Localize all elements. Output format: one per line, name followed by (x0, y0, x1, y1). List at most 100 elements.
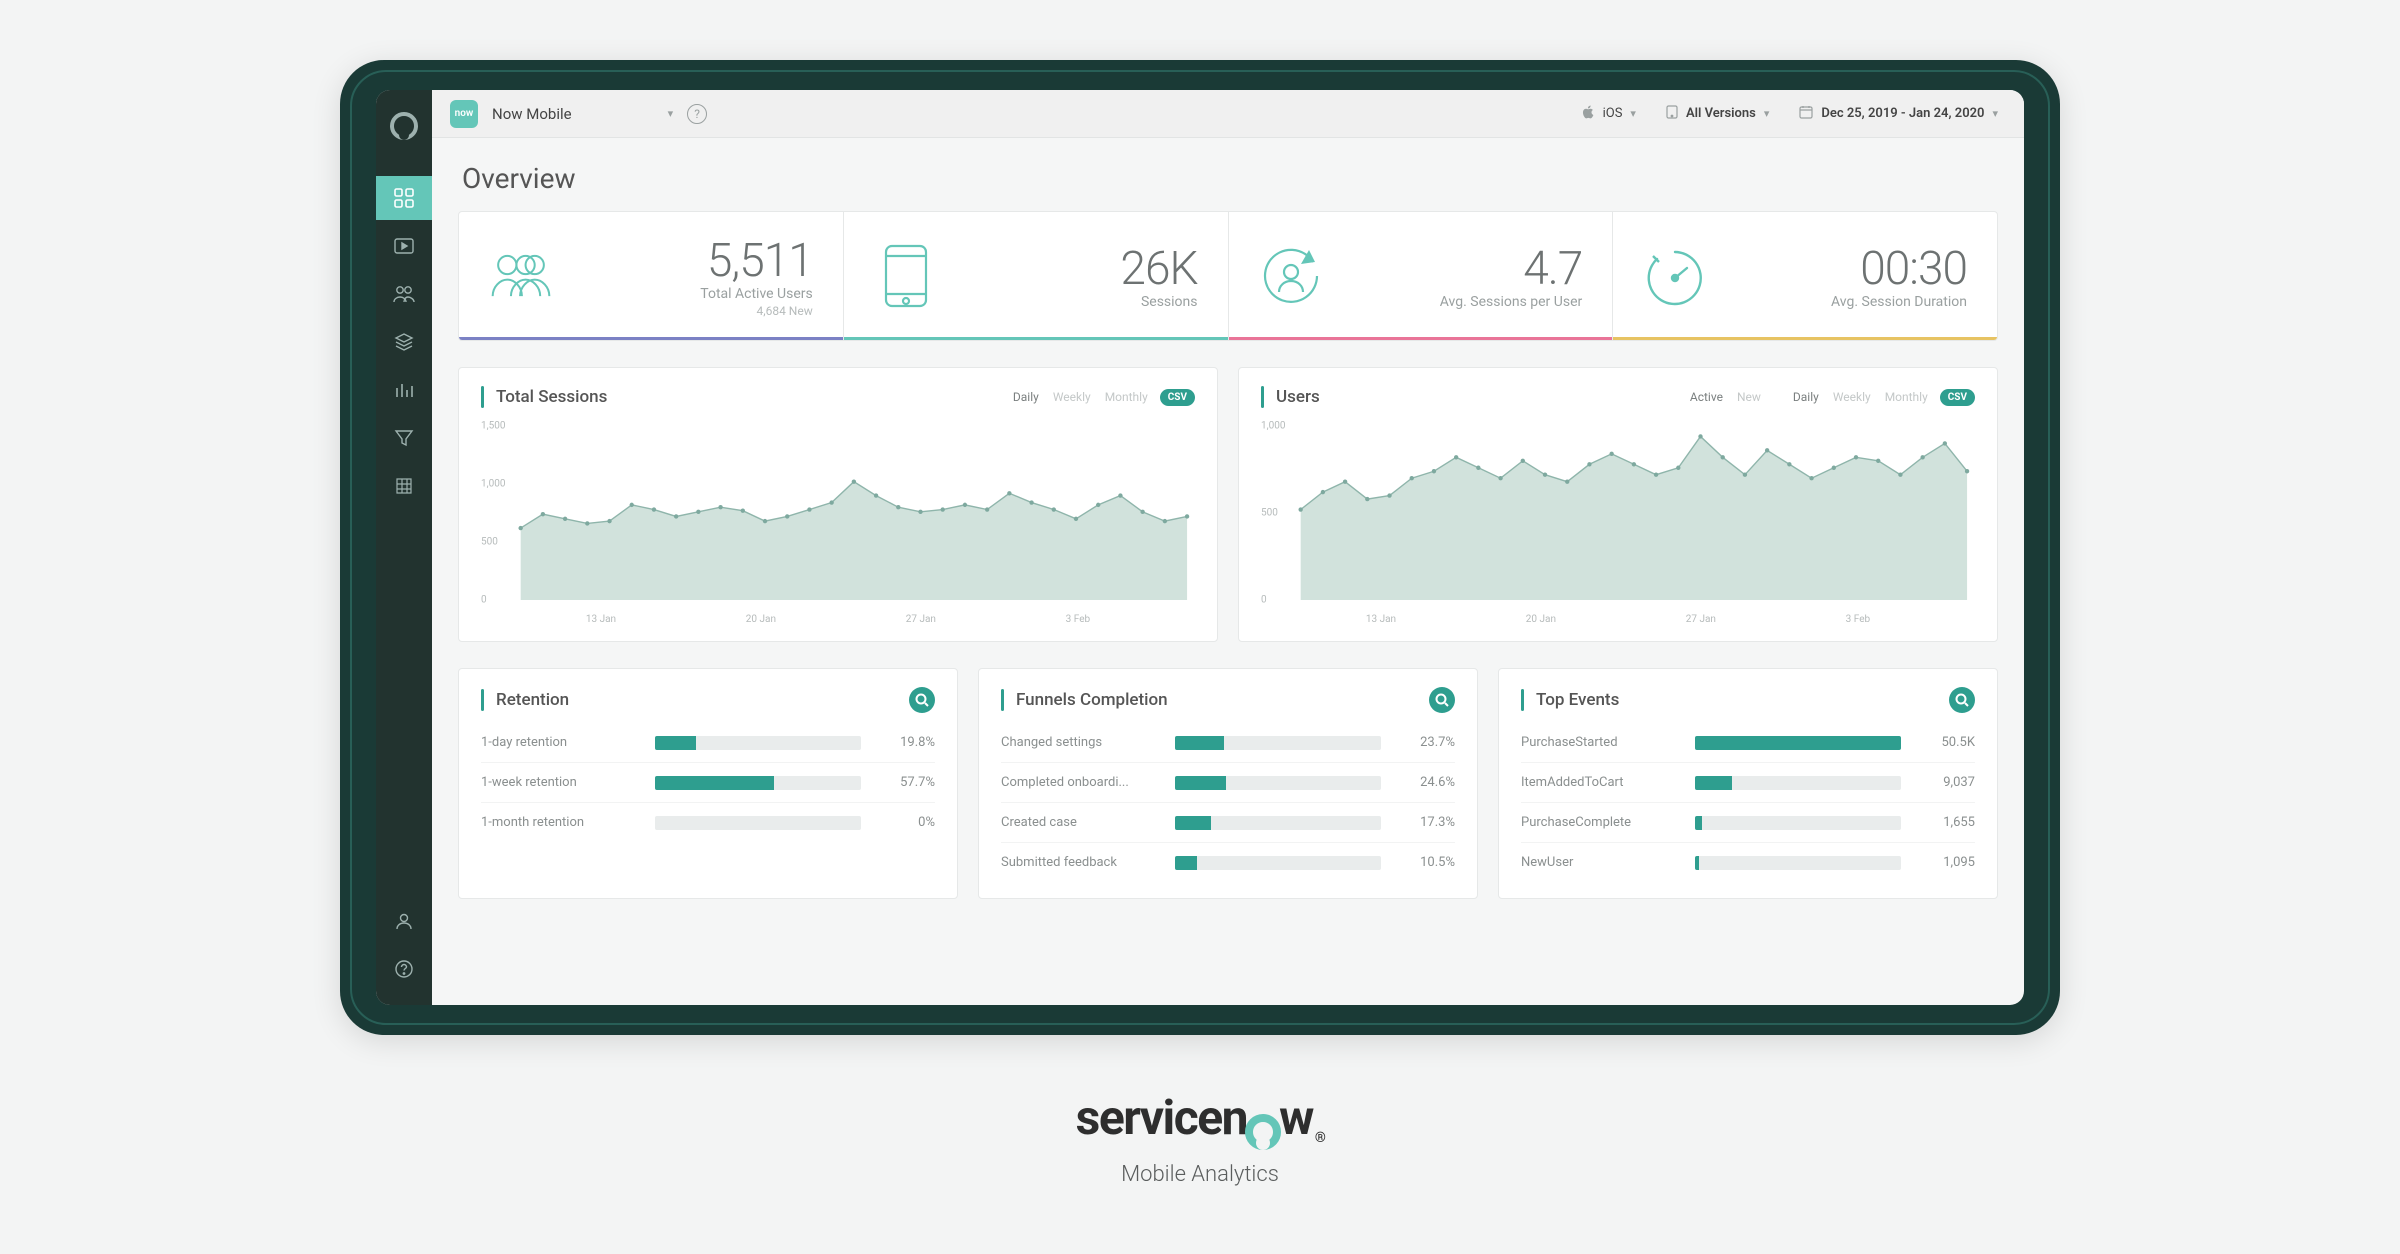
metric-row[interactable]: Changed settings 23.7% (1001, 723, 1455, 762)
chevron-down-icon: ▾ (668, 107, 674, 120)
card-title: Top Events (1536, 690, 1619, 710)
range-monthly[interactable]: Monthly (1885, 390, 1928, 404)
range-daily[interactable]: Daily (1793, 390, 1819, 404)
users-icon (489, 244, 553, 308)
metric-row[interactable]: ItemAddedToCart 9,037 (1521, 762, 1975, 802)
metric-value: 9,037 (1915, 775, 1975, 790)
metric-bar (655, 816, 861, 830)
users-chart: 05001,000 (1261, 418, 1975, 608)
nav-users-icon[interactable] (376, 272, 432, 316)
nav-help-icon[interactable] (376, 947, 432, 991)
metric-row[interactable]: 1-month retention 0% (481, 802, 935, 842)
metric-bar (1695, 736, 1901, 750)
help-icon[interactable]: ? (687, 104, 707, 124)
type-active[interactable]: Active (1690, 390, 1723, 404)
chevron-down-icon: ▾ (1764, 107, 1770, 120)
search-icon[interactable] (1429, 687, 1455, 713)
kpi-sessions[interactable]: 26K Sessions (844, 212, 1229, 340)
kpi-label: Sessions (960, 294, 1198, 310)
nav-grid-icon[interactable] (376, 464, 432, 508)
sessions-card: Total Sessions Daily Weekly Monthly CSV … (458, 367, 1218, 642)
metric-row[interactable]: 1-week retention 57.7% (481, 762, 935, 802)
apple-icon (1581, 105, 1595, 123)
metric-name: 1-day retention (481, 735, 641, 750)
users-type-tabs[interactable]: Active New (1690, 390, 1761, 404)
metric-bar (1175, 736, 1381, 750)
metric-name: PurchaseStarted (1521, 735, 1681, 750)
export-csv-button[interactable]: CSV (1940, 389, 1975, 406)
chevron-down-icon: ▾ (1630, 107, 1636, 120)
funnels-card: Funnels Completion Changed settings 23.7… (978, 668, 1478, 899)
events-card: Top Events PurchaseStarted 50.5K ItemAdd… (1498, 668, 1998, 899)
metric-name: 1-month retention (481, 815, 641, 830)
export-csv-button[interactable]: CSV (1160, 389, 1195, 406)
calendar-icon (1799, 105, 1813, 123)
metric-row[interactable]: PurchaseStarted 50.5K (1521, 723, 1975, 762)
retention-card: Retention 1-day retention 19.8% 1-week r… (458, 668, 958, 899)
range-weekly[interactable]: Weekly (1053, 390, 1091, 404)
metric-name: NewUser (1521, 855, 1681, 870)
app-screen: now Now Mobile ▾ ? iOS ▾ (376, 90, 2024, 1005)
phone-icon (874, 244, 938, 308)
date-range-selector[interactable]: Dec 25, 2019 - Jan 24, 2020 ▾ (1791, 101, 2006, 127)
range-weekly[interactable]: Weekly (1833, 390, 1871, 404)
platform-selector[interactable]: iOS ▾ (1573, 101, 1644, 127)
brand-logo: servicenw® (1076, 1089, 1325, 1146)
version-label: All Versions (1686, 106, 1756, 121)
nav-play-icon[interactable] (376, 224, 432, 268)
phone-icon (1666, 105, 1678, 123)
metric-name: 1-week retention (481, 775, 641, 790)
card-title: Users (1276, 387, 1320, 407)
kpi-value: 5,511 (575, 234, 813, 288)
metric-name: PurchaseComplete (1521, 815, 1681, 830)
type-new[interactable]: New (1737, 390, 1761, 404)
card-title: Retention (496, 690, 569, 710)
nav-layers-icon[interactable] (376, 320, 432, 364)
nav-funnel-icon[interactable] (376, 416, 432, 460)
logo-icon[interactable] (376, 104, 432, 148)
metric-value: 17.3% (1395, 815, 1455, 830)
metric-bar (1175, 856, 1381, 870)
topbar: now Now Mobile ▾ ? iOS ▾ (432, 90, 2024, 138)
users-card: Users Active New Daily Weekly Monthly (1238, 367, 1998, 642)
refresh-user-icon (1259, 244, 1323, 308)
nav-overview[interactable] (376, 176, 432, 220)
card-title: Funnels Completion (1016, 690, 1168, 710)
kpi-value: 4.7 (1345, 242, 1583, 296)
metric-value: 10.5% (1395, 855, 1455, 870)
users-range-tabs[interactable]: Daily Weekly Monthly (1793, 390, 1928, 404)
kpi-avg-sessions[interactable]: 4.7 Avg. Sessions per User (1229, 212, 1614, 340)
metric-bar (655, 736, 861, 750)
footer: servicenw® Mobile Analytics (1076, 1089, 1325, 1187)
metric-row[interactable]: 1-day retention 19.8% (481, 723, 935, 762)
range-monthly[interactable]: Monthly (1105, 390, 1148, 404)
nav-profile-icon[interactable] (376, 899, 432, 943)
metric-row[interactable]: Completed onboardi... 24.6% (1001, 762, 1455, 802)
metric-value: 1,655 (1915, 815, 1975, 830)
app-selector[interactable]: Now Mobile ▾ (492, 105, 673, 123)
metric-bar (1695, 856, 1901, 870)
kpi-label: Avg. Sessions per User (1345, 294, 1583, 310)
metric-bar (1175, 776, 1381, 790)
metric-row[interactable]: Created case 17.3% (1001, 802, 1455, 842)
kpi-sublabel: 4,684 New (575, 304, 813, 318)
chevron-down-icon: ▾ (1992, 107, 1998, 120)
sessions-range-tabs[interactable]: Daily Weekly Monthly (1013, 390, 1148, 404)
metric-name: Completed onboardi... (1001, 775, 1161, 790)
metric-row[interactable]: Submitted feedback 10.5% (1001, 842, 1455, 882)
stopwatch-icon (1643, 244, 1707, 308)
nav-chart-icon[interactable] (376, 368, 432, 412)
version-selector[interactable]: All Versions ▾ (1658, 101, 1777, 127)
metric-row[interactable]: NewUser 1,095 (1521, 842, 1975, 882)
logo-o-icon (1245, 1114, 1281, 1150)
metric-row[interactable]: PurchaseComplete 1,655 (1521, 802, 1975, 842)
sidebar (376, 90, 432, 1005)
search-icon[interactable] (1949, 687, 1975, 713)
metric-value: 0% (875, 815, 935, 830)
kpi-avg-duration[interactable]: 00:30 Avg. Session Duration (1613, 212, 1997, 340)
kpi-active-users[interactable]: 5,511 Total Active Users 4,684 New (459, 212, 844, 340)
search-icon[interactable] (909, 687, 935, 713)
metric-value: 1,095 (1915, 855, 1975, 870)
range-daily[interactable]: Daily (1013, 390, 1039, 404)
app-name: Now Mobile (492, 105, 572, 123)
